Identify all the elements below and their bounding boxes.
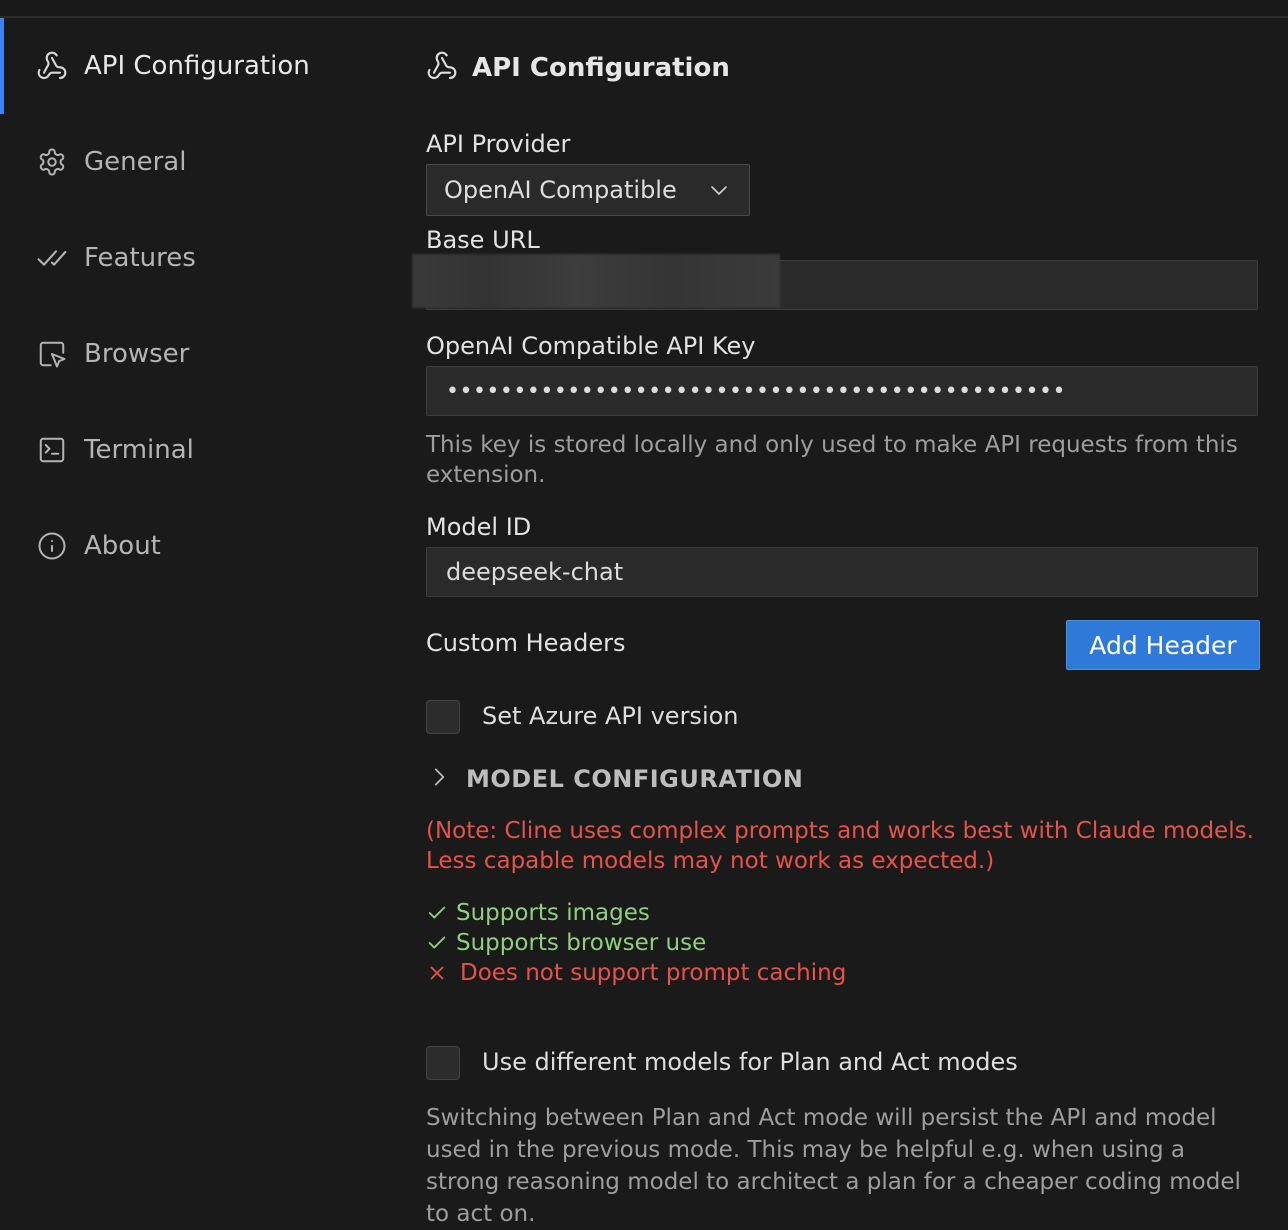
model-id-input[interactable]: deepseek-chat	[426, 547, 1258, 597]
page-title-text: API Configuration	[472, 53, 730, 83]
gear-icon	[36, 146, 68, 178]
sidebar-item-about[interactable]: About	[0, 498, 400, 594]
capability-label: Supports images	[456, 900, 650, 926]
plan-act-models-checkbox[interactable]	[426, 1046, 460, 1080]
api-key-input[interactable]: ••••••••••••••••••••••••••••••••••••••••…	[426, 366, 1258, 416]
sidebar-item-label: General	[84, 147, 187, 177]
api-key-help: This key is stored locally and only used…	[426, 432, 1238, 488]
chevron-down-icon	[707, 178, 731, 206]
chevron-right-icon	[426, 764, 452, 794]
model-id-value: deepseek-chat	[446, 558, 624, 586]
info-icon	[36, 530, 68, 562]
top-border	[0, 0, 1288, 18]
capability-prompt-caching: Does not support prompt caching	[426, 960, 846, 986]
note-text: Cline uses complex prompts and works bes…	[426, 818, 1254, 874]
model-configuration-toggle[interactable]: MODEL CONFIGURATION	[426, 764, 803, 794]
webhook-icon	[426, 50, 458, 86]
capability-label: Does not support prompt caching	[460, 960, 847, 986]
plan-act-models-label[interactable]: Use different models for Plan and Act mo…	[482, 1048, 1018, 1076]
redacted-overlay	[412, 254, 780, 308]
api-provider-label: API Provider	[426, 130, 571, 158]
claude-note: (Note: Cline uses complex prompts and wo…	[426, 816, 1258, 876]
sidebar-item-terminal[interactable]: Terminal	[0, 402, 400, 498]
close-icon	[426, 962, 460, 984]
plan-act-help: Switching between Plan and Act mode will…	[426, 1105, 1241, 1227]
sidebar-item-features[interactable]: Features	[0, 210, 400, 306]
azure-api-version-label[interactable]: Set Azure API version	[482, 702, 739, 730]
check-icon	[426, 932, 456, 954]
sidebar-item-label: About	[84, 531, 161, 561]
sidebar-item-label: API Configuration	[84, 51, 310, 81]
note-prefix: (Note:	[426, 818, 498, 844]
sidebar-item-browser[interactable]: Browser	[0, 306, 400, 402]
model-id-label: Model ID	[426, 513, 532, 541]
add-header-button[interactable]: Add Header	[1066, 620, 1260, 670]
base-url-label: Base URL	[426, 226, 540, 254]
capability-images: Supports images	[426, 900, 650, 926]
model-configuration-label: MODEL CONFIGURATION	[466, 765, 804, 793]
sidebar-item-label: Browser	[84, 339, 190, 369]
api-provider-value: OpenAI Compatible	[444, 176, 677, 204]
api-key-value: ••••••••••••••••••••••••••••••••••••••••…	[446, 378, 1066, 404]
custom-headers-label: Custom Headers	[426, 629, 626, 657]
terminal-icon	[36, 434, 68, 466]
api-provider-select[interactable]: OpenAI Compatible	[426, 164, 750, 216]
check-icon	[426, 902, 456, 924]
page-title: API Configuration	[426, 50, 730, 86]
sidebar-item-label: Terminal	[84, 435, 194, 465]
azure-api-version-checkbox[interactable]	[426, 700, 460, 734]
capability-browser-use: Supports browser use	[426, 930, 706, 956]
capability-label: Supports browser use	[456, 930, 707, 956]
browser-pointer-icon	[36, 338, 68, 370]
settings-main: API Configuration API Provider OpenAI Co…	[412, 18, 1260, 1227]
double-check-icon	[36, 242, 68, 274]
sidebar-item-label: Features	[84, 243, 196, 273]
sidebar-item-api-configuration[interactable]: API Configuration	[0, 18, 400, 114]
api-key-label: OpenAI Compatible API Key	[426, 332, 756, 360]
webhook-icon	[36, 50, 68, 82]
settings-sidebar: API Configuration General Features Brows…	[0, 18, 400, 1212]
sidebar-item-general[interactable]: General	[0, 114, 400, 210]
